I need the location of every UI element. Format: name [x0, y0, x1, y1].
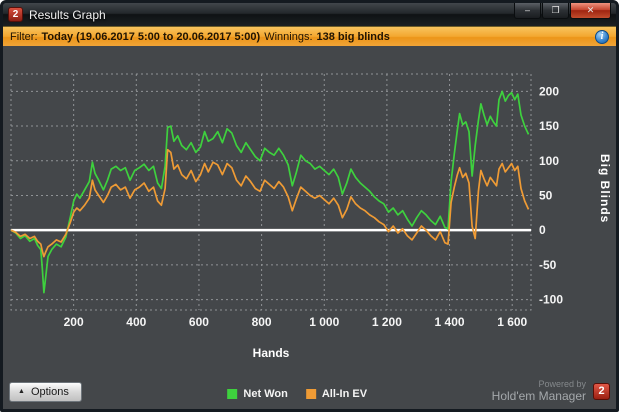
- winnings-label: Winnings:: [264, 30, 313, 43]
- content-area: 200 400 600 800 1 000 1 200 1 400 1 600 200 150 10…: [3, 46, 616, 409]
- filter-value: Today (19.06.2017 5:00 to 20.06.2017 5:0…: [41, 30, 261, 43]
- legend-item-net-won: Net Won: [227, 388, 288, 400]
- chart-area: 200 400 600 800 1 000 1 200 1 400 1 600 200 150 10…: [3, 46, 616, 379]
- hm2-logo: 2: [593, 382, 610, 400]
- minimize-button[interactable]: –: [514, 3, 541, 19]
- net-won-swatch-icon: [227, 389, 238, 399]
- x-tick-label: 1 000: [309, 315, 339, 329]
- series-all-in-ev-line: [10, 148, 530, 258]
- options-button-label: Options: [30, 385, 69, 398]
- x-tick-label: 1 200: [372, 315, 402, 329]
- x-axis-title: Hands: [252, 346, 290, 360]
- close-button[interactable]: ✕: [570, 3, 611, 19]
- winnings-value: 138 big blinds: [316, 30, 390, 43]
- info-icon[interactable]: i: [595, 29, 609, 44]
- maximize-button[interactable]: ❐: [542, 3, 569, 19]
- filter-label: Filter:: [10, 30, 38, 43]
- x-tick-label: 1 600: [497, 315, 527, 329]
- powered-by-block: Powered by Hold'em Manager 2: [491, 379, 610, 403]
- all-in-ev-swatch-icon: [305, 389, 316, 399]
- x-tick-label: 600: [189, 315, 209, 329]
- filter-bar: Filter: Today (19.06.2017 5:00 to 20.06.…: [3, 26, 616, 46]
- x-tick-label: 400: [126, 315, 146, 329]
- y-tick-label: 0: [539, 223, 546, 237]
- y-tick-label: -50: [539, 258, 557, 272]
- x-tick-label: 200: [64, 315, 84, 329]
- hm2-app-icon: 2: [8, 7, 23, 22]
- legend-item-all-in-ev: All-In EV: [305, 388, 368, 400]
- up-arrow-icon: ▲: [18, 388, 25, 395]
- y-tick-label: 150: [539, 119, 559, 133]
- results-graph-window: 2 Results Graph – ❐ ✕ Filter: Today (19.…: [0, 0, 619, 412]
- series-net-won-line: [10, 90, 530, 294]
- window-controls: – ❐ ✕: [514, 3, 611, 19]
- x-tick-label: 800: [252, 315, 272, 329]
- legend-label-net-won: Net Won: [243, 388, 288, 400]
- footer-bar: ▲ Options Net Won All-In EV Powered by H…: [3, 379, 616, 409]
- legend-label-all-in-ev: All-In EV: [321, 388, 368, 400]
- y-axis-title: Big Blinds: [598, 154, 612, 224]
- y-tick-label: -100: [539, 293, 563, 307]
- powered-by-text: Powered by Hold'em Manager: [491, 379, 586, 403]
- options-button[interactable]: ▲ Options: [9, 381, 82, 402]
- y-tick-label: 100: [539, 154, 559, 168]
- x-tick-label: 1 400: [435, 315, 465, 329]
- title-bar: 2 Results Graph – ❐ ✕: [3, 3, 616, 26]
- results-chart: 200 400 600 800 1 000 1 200 1 400 1 600 200 150 10…: [10, 73, 563, 329]
- window-title: Results Graph: [29, 7, 106, 22]
- brand-name: Hold'em Manager: [491, 388, 586, 403]
- y-tick-label: 50: [539, 188, 553, 202]
- chart-legend: Net Won All-In EV: [227, 388, 367, 400]
- y-tick-label: 200: [539, 84, 559, 98]
